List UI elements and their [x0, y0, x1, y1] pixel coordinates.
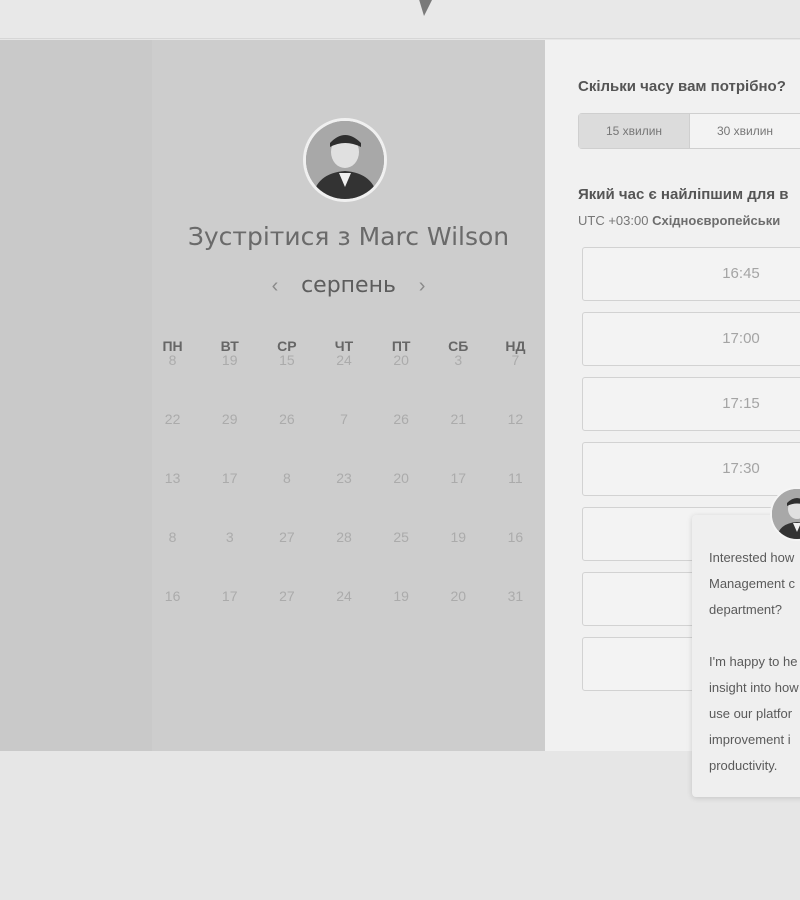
calendar-day[interactable]: 20 [373, 352, 430, 411]
calendar-day[interactable]: 28 [315, 529, 372, 588]
calendar-day[interactable]: 19 [430, 529, 487, 588]
calendar-body: 8 19 15 24 20 3 7 22 29 26 7 26 21 12 13… [144, 352, 544, 647]
duration-option[interactable]: 30 хвилин [690, 114, 800, 148]
calendar-day[interactable]: 12 [487, 411, 544, 470]
calendar-day[interactable]: 8 [144, 529, 201, 588]
month-navigation: ‹ серпень › [152, 272, 545, 298]
chat-line: productivity. [709, 758, 778, 773]
host-avatar [303, 118, 387, 202]
meeting-title: Зустрітися з Marc Wilson [187, 222, 510, 251]
calendar-day[interactable]: 17 [430, 470, 487, 529]
chevron-left-icon[interactable]: ‹ [261, 275, 289, 298]
calendar-week: 13 17 8 23 20 17 11 [144, 470, 544, 529]
calendar-day[interactable]: 29 [201, 411, 258, 470]
calendar-day[interactable]: 21 [430, 411, 487, 470]
chat-line: department? [709, 602, 782, 617]
chevron-right-icon[interactable]: › [408, 275, 436, 298]
chat-popup[interactable]: Interested how Management c department? … [692, 515, 800, 797]
chat-line: Management c [709, 576, 795, 591]
calendar-day[interactable]: 15 [258, 352, 315, 411]
calendar-day[interactable]: 27 [258, 529, 315, 588]
left-shade [0, 40, 152, 751]
month-label: серпень [301, 273, 396, 298]
time-slot[interactable]: 17:30 [582, 442, 800, 496]
time-slot[interactable]: 17:15 [582, 377, 800, 431]
chat-line: insight into how [709, 680, 799, 695]
calendar-day[interactable]: 16 [144, 588, 201, 647]
chat-message: Interested how Management c department? … [709, 545, 800, 779]
calendar-day[interactable]: 24 [315, 352, 372, 411]
speech-bubble-logo[interactable] [356, 0, 736, 24]
chat-line: use our platfor [709, 706, 793, 721]
time-slot-label: 17:00 [722, 330, 760, 347]
person-icon [772, 489, 800, 539]
calendar-week: 8 3 27 28 25 19 16 [144, 529, 544, 588]
chat-line: Interested how [709, 550, 795, 565]
calendar-day[interactable]: 16 [487, 529, 544, 588]
duration-selector: 15 хвилин 30 хвилин [578, 113, 800, 149]
calendar-day[interactable]: 7 [315, 411, 372, 470]
calendar-day[interactable]: 31 [487, 588, 544, 647]
calendar-day[interactable]: 26 [258, 411, 315, 470]
time-slot-label: 16:45 [722, 265, 760, 282]
time-slot-label: 17:15 [722, 395, 760, 412]
calendar-day[interactable]: 8 [144, 352, 201, 411]
calendar-day[interactable]: 25 [373, 529, 430, 588]
timezone-label[interactable]: UTC +03:00 Східноєвропейськи [578, 213, 780, 228]
person-icon [306, 121, 384, 199]
calendar-day[interactable]: 24 [315, 588, 372, 647]
calendar-day[interactable]: 3 [430, 352, 487, 411]
calendar-day[interactable]: 19 [373, 588, 430, 647]
chat-line: improvement i [709, 732, 791, 747]
chat-line: I'm happy to he [709, 654, 798, 669]
calendar-day[interactable]: 22 [144, 411, 201, 470]
time-slot-label: 17:30 [722, 460, 760, 477]
calendar-day[interactable]: 19 [201, 352, 258, 411]
calendar-day[interactable]: 8 [258, 470, 315, 529]
timezone-offset: UTC +03:00 [578, 213, 649, 228]
calendar-day[interactable]: 20 [373, 470, 430, 529]
calendar-week: 8 19 15 24 20 3 7 [144, 352, 544, 411]
time-question: Який час є найліпшим для в [578, 186, 789, 203]
chat-gap [709, 623, 800, 649]
calendar-week: 22 29 26 7 26 21 12 [144, 411, 544, 470]
calendar-day[interactable]: 3 [201, 529, 258, 588]
calendar-day[interactable]: 20 [430, 588, 487, 647]
calendar-grid: ПН ВТ СР ЧТ ПТ СБ НД 8 19 15 24 20 3 7 2… [144, 338, 544, 647]
timezone-name: Східноєвропейськи [652, 213, 781, 228]
calendar-day[interactable]: 26 [373, 411, 430, 470]
duration-option[interactable]: 15 хвилин [579, 114, 690, 148]
calendar-day[interactable]: 17 [201, 588, 258, 647]
calendar-week: 16 17 27 24 19 20 31 [144, 588, 544, 647]
duration-question: Скільки часу вам потрібно? [578, 78, 786, 95]
logo-graphic [419, 0, 432, 16]
top-bar [0, 0, 800, 39]
calendar-day[interactable]: 23 [315, 470, 372, 529]
time-slot[interactable]: 16:45 [582, 247, 800, 301]
calendar-day[interactable]: 7 [487, 352, 544, 411]
time-slot[interactable]: 17:00 [582, 312, 800, 366]
calendar-day[interactable]: 11 [487, 470, 544, 529]
calendar-day[interactable]: 17 [201, 470, 258, 529]
calendar-day[interactable]: 13 [144, 470, 201, 529]
calendar-day[interactable]: 27 [258, 588, 315, 647]
